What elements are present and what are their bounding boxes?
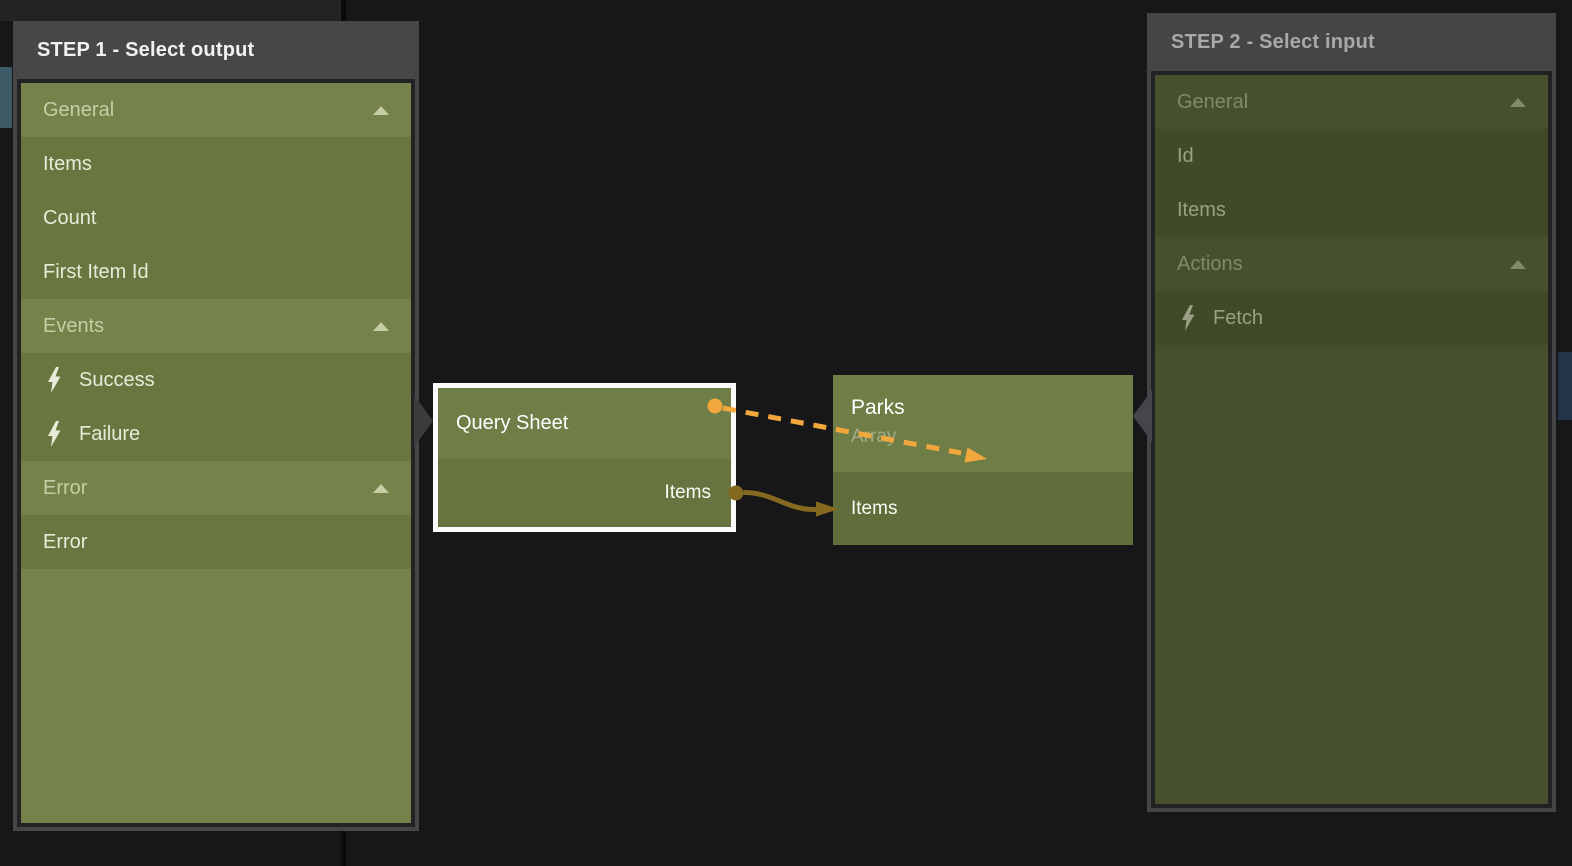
node-subtitle: Array <box>851 424 1133 450</box>
section-header-error[interactable]: Error <box>21 461 411 515</box>
item-label: Error <box>43 531 87 554</box>
section-label: Actions <box>1177 253 1243 276</box>
node-title: Parks <box>851 395 1133 421</box>
output-item-first-item-id[interactable]: First Item Id <box>21 245 411 299</box>
node-parks[interactable]: Parks Array Items <box>833 375 1133 545</box>
node-input-row-items[interactable]: Items <box>833 472 1133 545</box>
item-label: First Item Id <box>43 261 149 284</box>
step1-panel-body: General Items Count First Item Id Events… <box>17 79 415 827</box>
output-item-failure[interactable]: Failure <box>21 407 411 461</box>
item-label: Id <box>1177 145 1194 168</box>
bolt-icon <box>1182 305 1195 331</box>
item-label: Success <box>79 369 155 392</box>
collapse-arrow-icon[interactable] <box>1510 98 1526 107</box>
output-item-error[interactable]: Error <box>21 515 411 569</box>
input-item-items[interactable]: Items <box>1155 183 1548 237</box>
port-label: Items <box>851 498 897 520</box>
input-item-fetch[interactable]: Fetch <box>1155 291 1548 345</box>
section-header-actions[interactable]: Actions <box>1155 237 1548 291</box>
right-edge-tab <box>1558 352 1572 420</box>
background-panel-strip <box>0 0 341 21</box>
section-header-general[interactable]: General <box>1155 75 1548 129</box>
node-header: Parks Array <box>833 375 1133 472</box>
flow-mapping-canvas: STEP 1 - Select output General Items Cou… <box>0 0 1572 866</box>
node-output-row-items[interactable]: Items <box>438 459 731 527</box>
port-label: Items <box>665 482 711 504</box>
step1-panel-title: STEP 1 - Select output <box>17 21 415 79</box>
step1-output-panel: STEP 1 - Select output General Items Cou… <box>13 21 419 831</box>
section-label: General <box>43 99 114 122</box>
collapse-arrow-icon[interactable] <box>373 322 389 331</box>
node-title: Query Sheet <box>438 388 731 459</box>
collapse-arrow-icon[interactable] <box>1510 260 1526 269</box>
input-item-id[interactable]: Id <box>1155 129 1548 183</box>
bolt-icon <box>48 421 61 447</box>
output-item-count[interactable]: Count <box>21 191 411 245</box>
item-label: Count <box>43 207 96 230</box>
left-edge-tab <box>0 67 12 128</box>
item-label: Fetch <box>1213 307 1263 330</box>
section-label: Error <box>43 477 87 500</box>
panel-empty-area <box>1155 345 1548 804</box>
step2-panel-connector-arrow <box>1133 390 1152 442</box>
mapped-connection-line <box>744 493 818 510</box>
bolt-icon <box>48 367 61 393</box>
output-item-items[interactable]: Items <box>21 137 411 191</box>
step2-input-panel: STEP 2 - Select input General Id Items A… <box>1147 13 1556 812</box>
step1-panel-connector-arrow <box>414 395 433 447</box>
item-label: Items <box>1177 199 1226 222</box>
collapse-arrow-icon[interactable] <box>373 484 389 493</box>
collapse-arrow-icon[interactable] <box>373 106 389 115</box>
node-query-sheet[interactable]: Query Sheet Items <box>433 383 736 532</box>
section-header-events[interactable]: Events <box>21 299 411 353</box>
section-label: Events <box>43 315 104 338</box>
output-item-success[interactable]: Success <box>21 353 411 407</box>
section-label: General <box>1177 91 1248 114</box>
item-label: Items <box>43 153 92 176</box>
section-header-general[interactable]: General <box>21 83 411 137</box>
item-label: Failure <box>79 423 140 446</box>
step2-panel-body: General Id Items Actions Fetch <box>1151 71 1552 808</box>
panel-empty-area <box>21 569 411 823</box>
step2-panel-title: STEP 2 - Select input <box>1151 13 1552 71</box>
